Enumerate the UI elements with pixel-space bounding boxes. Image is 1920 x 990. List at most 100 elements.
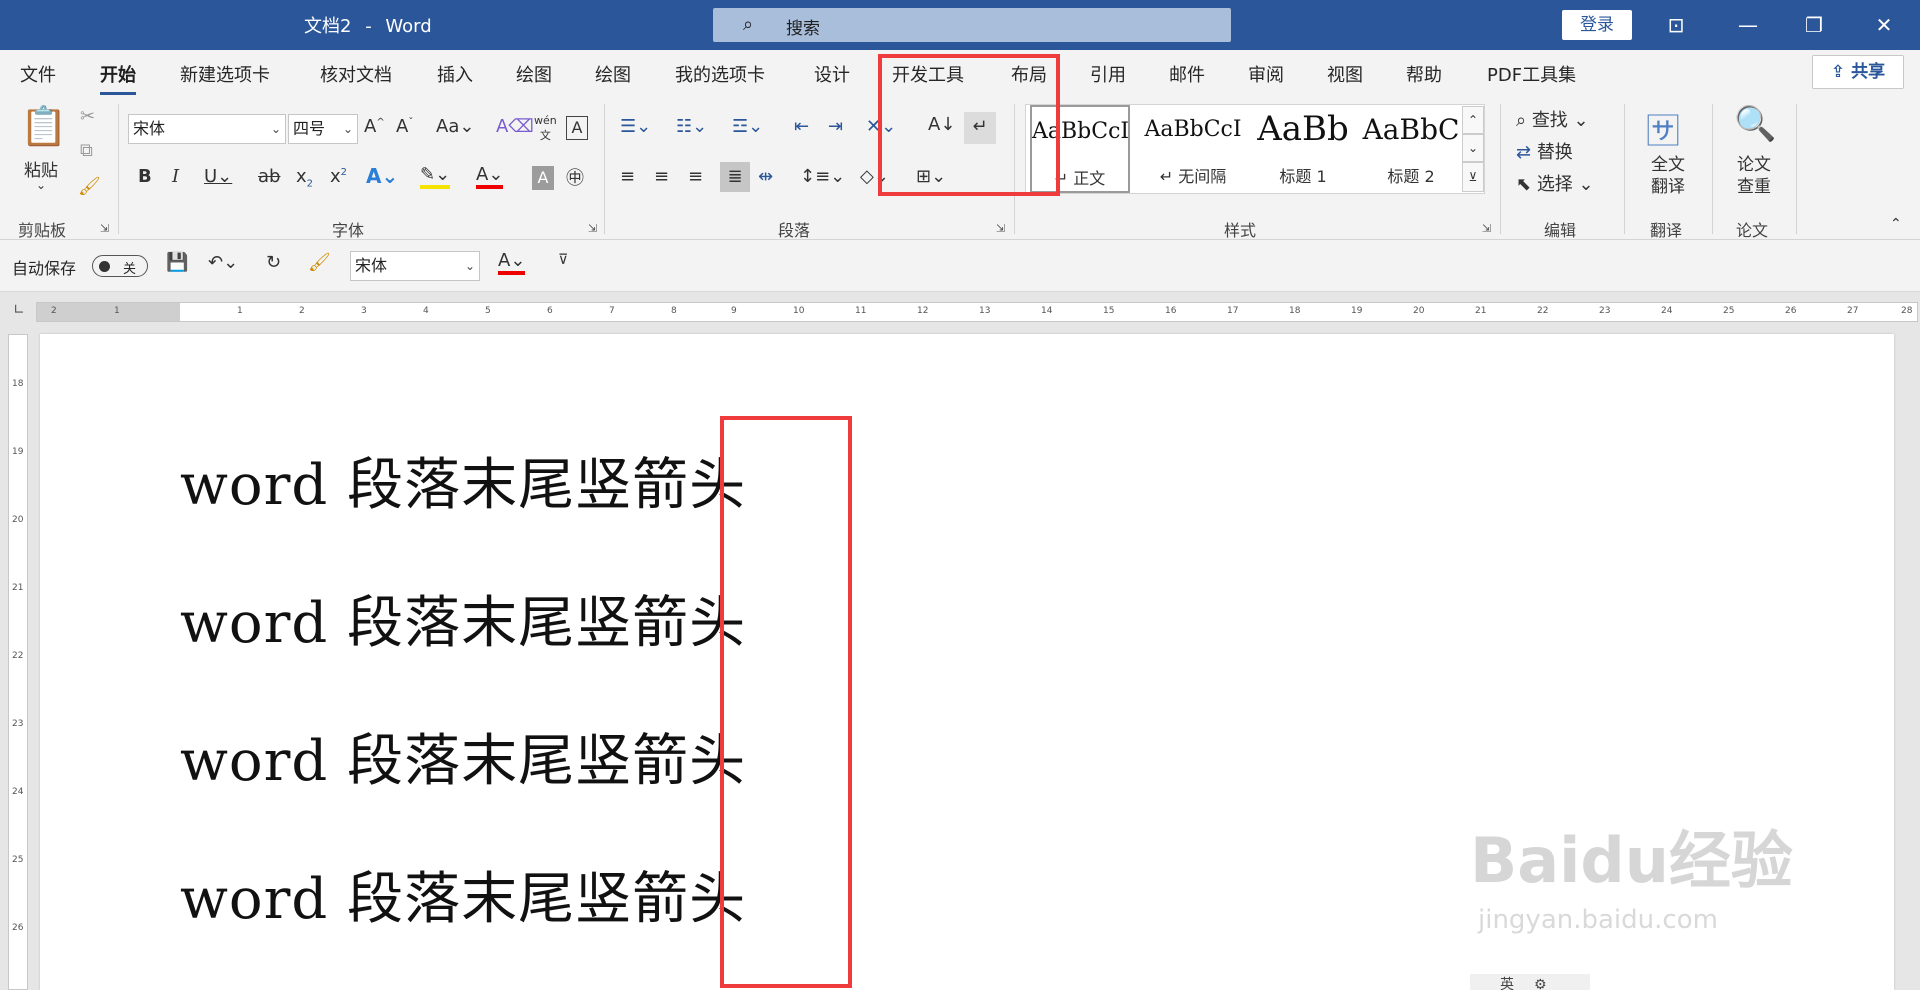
paste-dropdown-icon[interactable]: ⌄ xyxy=(36,178,46,192)
tab-selector-icon[interactable]: ∟ xyxy=(8,302,30,322)
find-button[interactable]: ⌕ 查找 ⌄ xyxy=(1516,106,1589,132)
distributed-icon[interactable]: ⇹ xyxy=(758,166,773,187)
highlight-icon[interactable]: ✎⌄ xyxy=(420,164,451,189)
text-effects-icon[interactable]: A⌄ xyxy=(366,164,398,188)
share-button[interactable]: ⇪ 共享 xyxy=(1812,55,1904,89)
qat-font-color-icon[interactable]: A⌄ xyxy=(498,250,526,275)
tab-design[interactable]: 设计 xyxy=(814,61,850,87)
styles-launcher-icon[interactable]: ⇲ xyxy=(1482,222,1491,235)
ruler-tick: 20 xyxy=(1413,306,1425,316)
collapse-ribbon-icon[interactable]: ⌃ xyxy=(1890,216,1902,232)
baidu-watermark-logo: Baidu经验 xyxy=(1470,824,1793,897)
search-box[interactable]: ⌕ 搜索 xyxy=(713,8,1231,42)
tab-new[interactable]: 新建选项卡 xyxy=(180,61,270,87)
save-icon[interactable]: 💾 xyxy=(166,252,188,273)
line-spacing-icon[interactable]: ↕≡⌄ xyxy=(800,166,845,187)
ruler-tick: 21 xyxy=(1475,306,1487,316)
replace-button[interactable]: ⇄ 替换 xyxy=(1516,138,1573,164)
clear-format-icon[interactable]: A⌫ xyxy=(496,116,534,137)
horizontal-ruler[interactable]: 2 1 1 2 3 4 5 6 7 8 9 10 11 12 13 14 15 … xyxy=(36,302,1918,322)
font-size-dropdown[interactable]: 四号 ⌄ xyxy=(288,114,358,144)
font-launcher-icon[interactable]: ⇲ xyxy=(588,222,597,235)
ruler-tick: 24 xyxy=(1661,306,1673,316)
phonetic-guide-icon[interactable]: wén 文 xyxy=(534,114,557,143)
redo-icon[interactable]: ↻ xyxy=(266,252,281,273)
document-paragraph[interactable]: word 段落末尾竖箭头 xyxy=(180,854,746,935)
tab-mailings[interactable]: 邮件 xyxy=(1169,61,1205,87)
login-button[interactable]: 登录 xyxy=(1562,10,1632,40)
ruler-tick: 15 xyxy=(1103,306,1115,316)
tab-review[interactable]: 审阅 xyxy=(1248,61,1284,87)
numbering-icon[interactable]: ☷⌄ xyxy=(676,116,707,137)
document-paragraph[interactable]: word 段落末尾竖箭头 xyxy=(180,440,746,521)
plagiarism-check-icon[interactable]: 🔍 xyxy=(1734,104,1776,144)
ruler-tick: 25 xyxy=(1723,306,1735,316)
enclose-character-icon[interactable]: ㊥ xyxy=(566,164,584,190)
tab-check-doc[interactable]: 核对文档 xyxy=(320,61,392,87)
italic-icon[interactable]: I xyxy=(172,166,179,187)
superscript-icon[interactable]: x2 xyxy=(330,166,347,187)
full-text-translate-button[interactable]: 全文 翻译 xyxy=(1646,154,1690,198)
autosave-toggle[interactable]: 关 xyxy=(92,255,148,277)
minimize-icon[interactable]: — xyxy=(1726,4,1770,46)
multilevel-list-icon[interactable]: ☲⌄ xyxy=(732,116,763,137)
format-painter-icon[interactable]: 🖌 xyxy=(308,252,331,273)
select-button[interactable]: ⬉ 选择 ⌄ xyxy=(1516,170,1594,196)
cut-icon[interactable]: ✂ xyxy=(80,106,95,127)
styles-more-icon[interactable]: ⊻ xyxy=(1462,162,1484,192)
style-no-spacing[interactable]: AaBbCcI ↵ 无间隔 xyxy=(1138,105,1248,193)
undo-icon[interactable]: ↶⌄ xyxy=(208,252,238,273)
ribbon-display-icon[interactable]: ⊡ xyxy=(1654,4,1698,46)
underline-icon[interactable]: U⌄ xyxy=(204,166,232,187)
customize-qat-icon[interactable]: ⊽ xyxy=(558,252,568,268)
bold-icon[interactable]: B xyxy=(138,166,152,187)
plagiarism-check-button[interactable]: 论文 查重 xyxy=(1732,154,1776,198)
tab-my[interactable]: 我的选项卡 xyxy=(675,61,765,87)
paste-icon[interactable]: 📋 xyxy=(20,104,67,149)
font-name-dropdown[interactable]: 宋体 ⌄ xyxy=(128,114,286,144)
align-left-icon[interactable]: ≡ xyxy=(620,166,635,187)
vertical-ruler[interactable]: 18 19 20 21 22 23 24 25 26 xyxy=(8,334,28,990)
separator xyxy=(1500,104,1501,234)
tab-file[interactable]: 文件 xyxy=(20,61,56,87)
align-right-icon[interactable]: ≡ xyxy=(688,166,703,187)
bullets-icon[interactable]: ☰⌄ xyxy=(620,116,651,137)
tab-draw-2[interactable]: 绘图 xyxy=(595,61,631,87)
increase-indent-icon[interactable]: ⇥ xyxy=(828,116,843,137)
clipboard-launcher-icon[interactable]: ⇲ xyxy=(100,222,109,235)
search-icon: ⌕ xyxy=(743,14,754,35)
ime-float-bar[interactable]: 英 ⚙ xyxy=(1470,974,1590,990)
tab-insert[interactable]: 插入 xyxy=(437,61,473,87)
tab-help[interactable]: 帮助 xyxy=(1406,61,1442,87)
translate-icon[interactable]: 🈂 xyxy=(1646,104,1680,153)
grow-font-icon[interactable]: A^ xyxy=(364,116,385,137)
subscript-icon[interactable]: x2 xyxy=(296,166,313,190)
tab-pdf[interactable]: PDF工具集 xyxy=(1487,61,1576,87)
document-paragraph[interactable]: word 段落末尾竖箭头 xyxy=(180,716,746,797)
tab-draw-1[interactable]: 绘图 xyxy=(516,61,552,87)
font-color-icon[interactable]: A⌄ xyxy=(476,164,504,189)
change-case-icon[interactable]: Aa⌄ xyxy=(436,116,474,137)
style-heading-1[interactable]: AaBb 标题 1 xyxy=(1248,105,1358,193)
copy-icon[interactable]: ⧉ xyxy=(80,140,93,161)
tab-references[interactable]: 引用 xyxy=(1090,61,1126,87)
qat-font-dropdown[interactable]: 宋体 ⌄ xyxy=(350,251,480,281)
justify-icon[interactable]: ≣ xyxy=(720,162,750,192)
format-painter-icon[interactable]: 🖌 xyxy=(78,176,101,197)
character-border-icon[interactable]: A xyxy=(566,116,588,140)
tab-home[interactable]: 开始 xyxy=(100,61,136,95)
align-center-icon[interactable]: ≡ xyxy=(654,166,669,187)
tab-view[interactable]: 视图 xyxy=(1327,61,1363,87)
styles-scroll-up-icon[interactable]: ⌃ xyxy=(1462,106,1484,134)
close-icon[interactable]: ✕ xyxy=(1862,4,1906,46)
strikethrough-icon[interactable]: ab xyxy=(258,166,280,187)
restore-icon[interactable]: ❐ xyxy=(1792,4,1836,46)
styles-scroll-down-icon[interactable]: ⌄ xyxy=(1462,134,1484,162)
document-paragraph[interactable]: word 段落末尾竖箭头 xyxy=(180,578,746,659)
ruler-tick: 20 xyxy=(12,515,24,525)
paragraph-launcher-icon[interactable]: ⇲ xyxy=(996,222,1005,235)
shrink-font-icon[interactable]: Aˇ xyxy=(396,116,413,137)
style-heading-2[interactable]: AaBbC 标题 2 xyxy=(1356,105,1466,193)
decrease-indent-icon[interactable]: ⇤ xyxy=(794,116,809,137)
character-shading-icon[interactable]: A xyxy=(532,166,554,190)
